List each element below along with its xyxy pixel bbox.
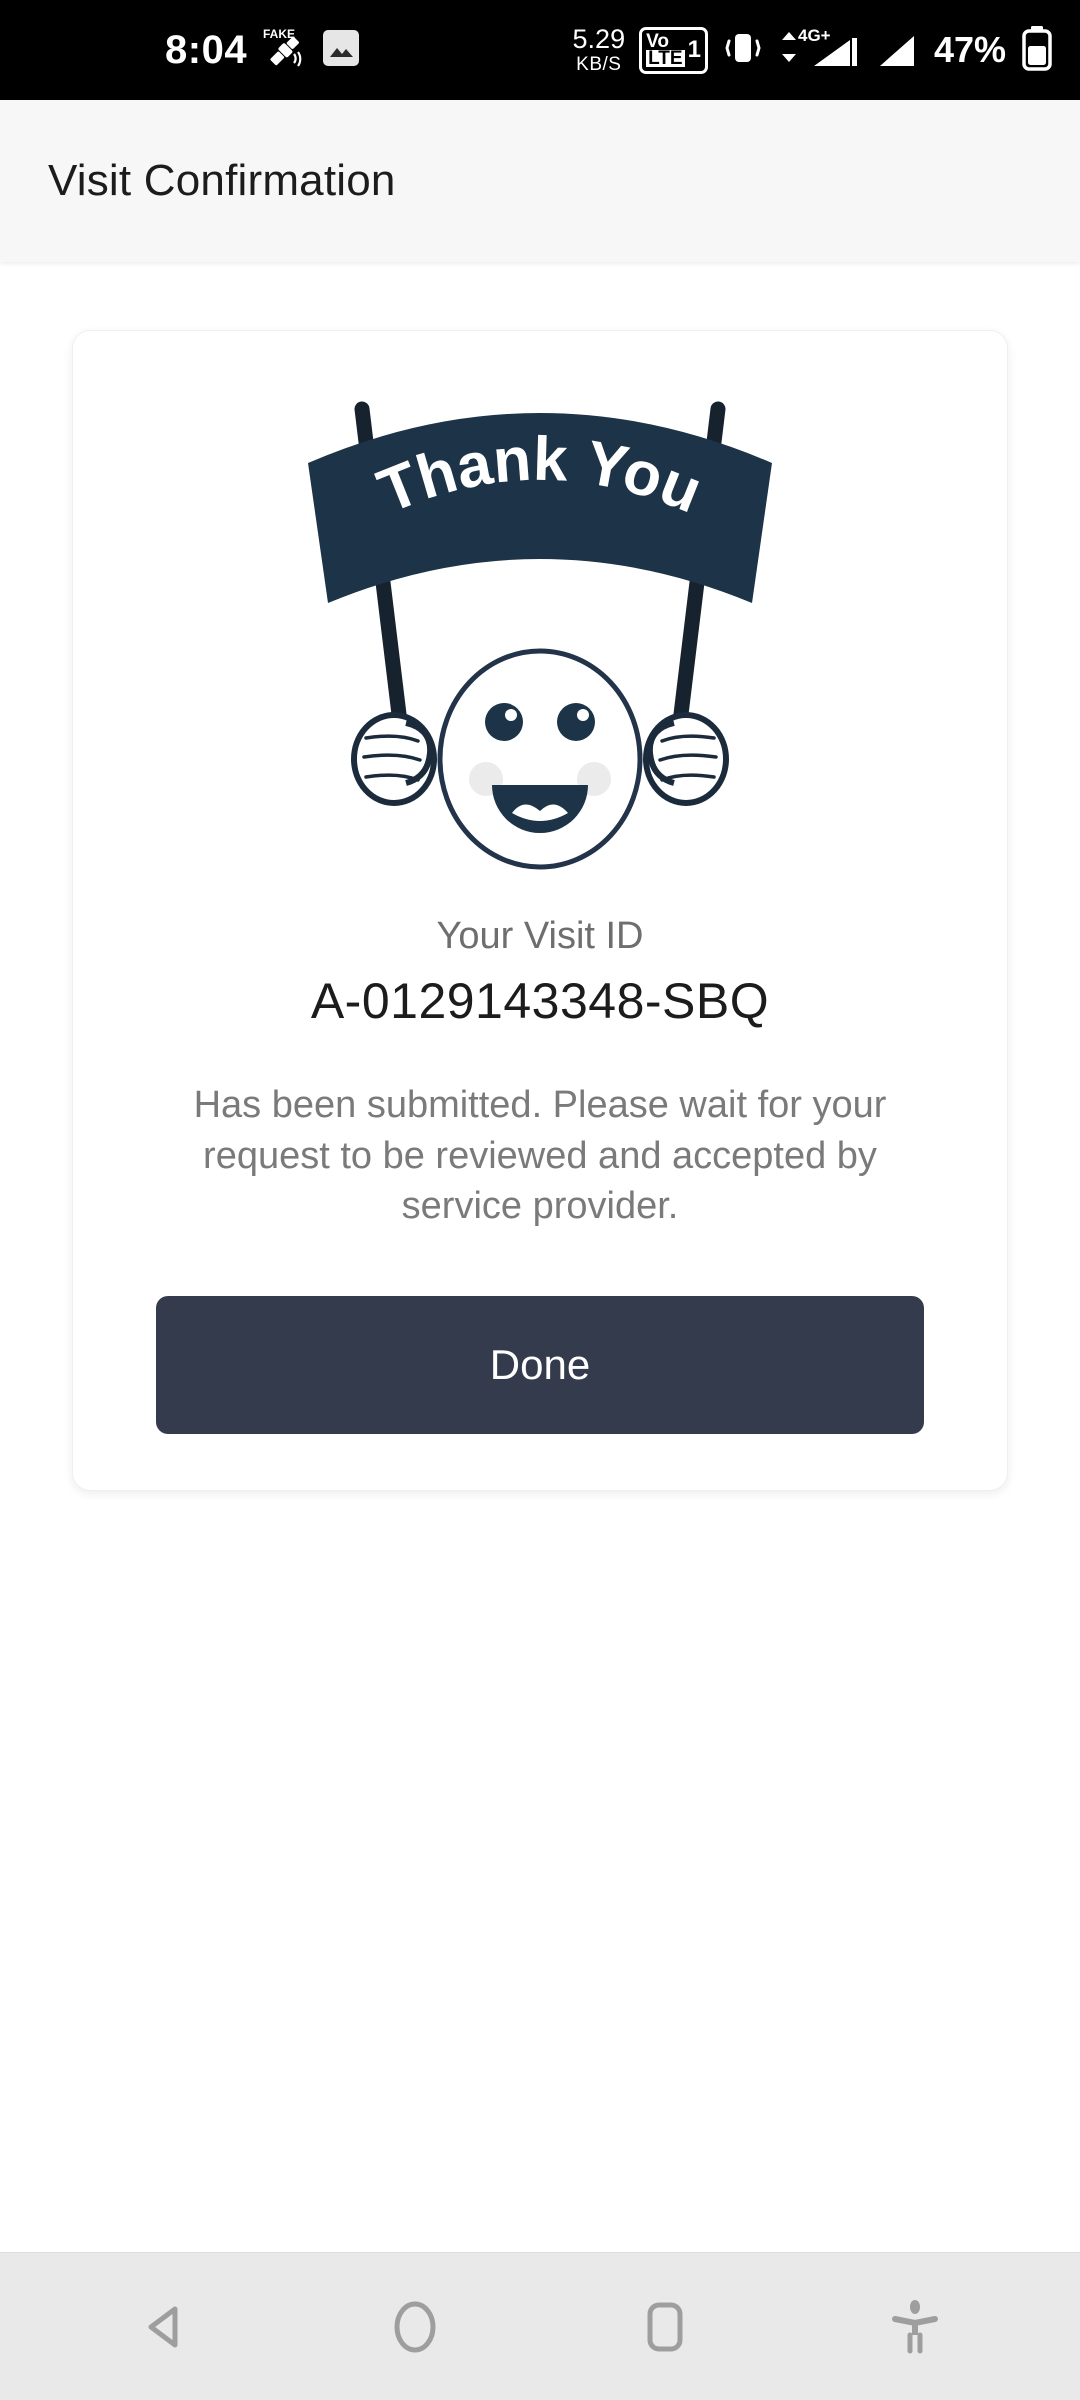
visit-confirmation-card: Thank You Your Visit ID A-0129143348-SBQ… bbox=[72, 330, 1008, 1491]
svg-text:FAKE: FAKE bbox=[263, 27, 295, 41]
back-icon[interactable] bbox=[105, 2267, 225, 2387]
network-speed-value: 5.29 bbox=[572, 24, 626, 54]
smiley-face-icon bbox=[437, 648, 643, 870]
recents-icon[interactable] bbox=[605, 2267, 725, 2387]
home-icon[interactable] bbox=[355, 2267, 475, 2387]
status-message: Has been submitted. Please wait for your… bbox=[193, 1084, 887, 1228]
main-content: Thank You Your Visit ID A-0129143348-SBQ… bbox=[0, 262, 1080, 2252]
battery-percent-label: 47% bbox=[933, 29, 1006, 70]
volte-sim-number: 1 bbox=[687, 36, 701, 63]
signal-bars-sim1-icon: 4G+ bbox=[778, 24, 860, 77]
visit-id-value: A-0129143348-SBQ bbox=[310, 973, 770, 1029]
system-navigation-bar bbox=[0, 2252, 1080, 2400]
status-bar: 8:04 FAKE 5.29 KB/S Vo LTE 1 4G+ 47% bbox=[0, 0, 1080, 100]
done-button[interactable]: Done bbox=[156, 1295, 924, 1434]
right-hand-icon bbox=[643, 712, 729, 806]
volte-label-bottom: LTE bbox=[646, 48, 685, 69]
svg-text:4G+: 4G+ bbox=[798, 26, 831, 45]
phone-screen: 8:04 FAKE 5.29 KB/S Vo LTE 1 4G+ 47% Vis… bbox=[0, 0, 1080, 2400]
gallery-image-icon bbox=[321, 26, 361, 75]
visit-id-label: Your Visit ID bbox=[436, 915, 644, 957]
network-speed-unit: KB/S bbox=[576, 54, 622, 75]
status-bar-clock: 8:04 bbox=[165, 28, 248, 72]
thank-you-banner-illustration: Thank You bbox=[290, 367, 790, 897]
battery-icon bbox=[1020, 24, 1054, 77]
eye-right bbox=[557, 703, 595, 741]
status-bar-right: 5.29 KB/S Vo LTE 1 4G+ 47% bbox=[573, 24, 1054, 77]
fake-gps-satellite-icon: FAKE bbox=[261, 25, 307, 76]
page-title: Visit Confirmation bbox=[48, 156, 396, 205]
network-speed-indicator: 5.29 KB/S bbox=[572, 24, 626, 75]
eye-left bbox=[485, 703, 523, 741]
volte-badge-icon: Vo LTE 1 bbox=[639, 26, 708, 74]
vibrate-icon bbox=[722, 25, 764, 76]
left-hand-icon bbox=[351, 712, 437, 806]
app-bar: Visit Confirmation bbox=[0, 100, 1080, 262]
signal-bars-sim2-icon bbox=[874, 24, 920, 77]
status-bar-left: 8:04 FAKE bbox=[165, 25, 361, 76]
accessibility-icon[interactable] bbox=[855, 2267, 975, 2387]
